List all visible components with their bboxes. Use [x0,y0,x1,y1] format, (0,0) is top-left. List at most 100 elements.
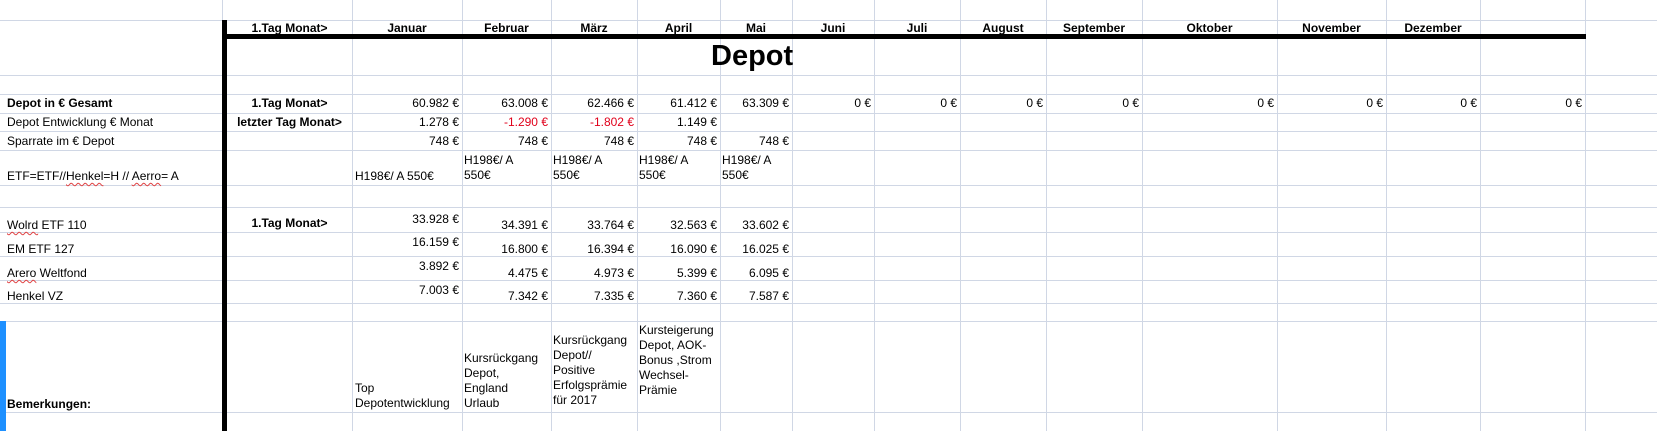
header-month-nov[interactable]: November [1277,21,1386,35]
gridline [551,0,552,431]
header-month-oct[interactable]: Oktober [1142,21,1277,35]
gridline [637,0,638,431]
gridline [0,131,1657,132]
etf-legend-prefix: ETF=ETF// [7,169,67,183]
cell-arero-jan[interactable]: 3.892 € [352,259,459,273]
gridline [0,185,1657,186]
header-month-sep[interactable]: September [1046,21,1142,35]
gridline [1046,0,1047,431]
cell-arero-apr[interactable]: 5.399 € [637,266,717,280]
cell-world-jan[interactable]: 33.928 € [352,212,459,226]
selection-indicator [0,321,6,431]
row-marker-holdings[interactable]: 1.Tag Monat> [227,216,352,230]
cell-arero-mar[interactable]: 4.973 € [551,266,634,280]
cell-em-apr[interactable]: 16.090 € [637,242,717,256]
cell-gesamt-may[interactable]: 63.309 € [720,96,789,110]
cell-em-mar[interactable]: 16.394 € [551,242,634,256]
row-label-bemerkungen[interactable]: Bemerkungen: [7,397,91,411]
gridline [462,0,463,431]
header-month-apr[interactable]: April [637,21,720,35]
gridline [1480,0,1481,431]
cell-gesamt-jan[interactable]: 60.982 € [352,96,459,110]
cell-henkel-mar[interactable]: 7.335 € [551,289,634,303]
cell-sparrate-jan[interactable]: 748 € [352,134,459,148]
header-month-jun[interactable]: Juni [792,21,874,35]
cell-henkel-jan[interactable]: 7.003 € [352,283,459,297]
cell-world-mar[interactable]: 33.764 € [551,218,634,232]
row-label-arero[interactable]: Arero Weltfond [7,266,87,280]
cell-etf-may[interactable]: H198€/ A 550€ [722,153,771,183]
header-month-mar[interactable]: März [551,21,637,35]
cell-entwicklung-jan[interactable]: 1.278 € [352,115,459,129]
spreadsheet-grid[interactable]: 1.Tag Monat> Januar Februar März April M… [0,0,1657,431]
cell-bemerkung-jan[interactable]: Top Depotentwicklung [355,381,450,411]
cell-gesamt-sep[interactable]: 0 € [1046,96,1139,110]
row-label-entwicklung[interactable]: Depot Entwicklung € Monat [7,115,153,129]
cell-arero-feb[interactable]: 4.475 € [462,266,548,280]
cell-sparrate-apr[interactable]: 748 € [637,134,717,148]
page-title[interactable]: Depot [711,40,793,72]
cell-gesamt-feb[interactable]: 63.008 € [462,96,548,110]
gridline [0,280,1657,281]
cell-gesamt-jun[interactable]: 0 € [792,96,871,110]
etf-legend-aerro: Aerro [131,169,162,183]
gridline [0,303,1657,304]
cell-gesamt-jul[interactable]: 0 € [874,96,957,110]
row-label-etf-legend[interactable]: ETF=ETF//Henkel=H // Aerro= A [7,169,179,183]
cell-henkel-apr[interactable]: 7.360 € [637,289,717,303]
gridline [1277,0,1278,431]
cell-world-apr[interactable]: 32.563 € [637,218,717,232]
gridline [1585,0,1586,431]
row-label-em-etf[interactable]: EM ETF 127 [7,242,74,256]
cell-gesamt-oct[interactable]: 0 € [1142,96,1274,110]
cell-world-may[interactable]: 33.602 € [720,218,789,232]
cell-etf-mar[interactable]: H198€/ A 550€ [553,153,602,183]
header-month-aug[interactable]: August [960,21,1046,35]
etf-legend-suffix: = A [161,169,179,183]
cell-em-feb[interactable]: 16.800 € [462,242,548,256]
cell-gesamt-nov[interactable]: 0 € [1277,96,1383,110]
cell-arero-may[interactable]: 6.095 € [720,266,789,280]
world-etf-label-a: Wolrd [7,218,39,232]
header-month-jul[interactable]: Juli [874,21,960,35]
cell-bemerkung-feb[interactable]: Kursrückgang Depot, England Urlaub [464,351,538,411]
cell-em-may[interactable]: 16.025 € [720,242,789,256]
cell-henkel-may[interactable]: 7.587 € [720,289,789,303]
gridline [0,94,1657,95]
cell-gesamt-aug[interactable]: 0 € [960,96,1043,110]
cell-sparrate-may[interactable]: 748 € [720,134,789,148]
header-month-jan[interactable]: Januar [352,21,462,35]
row-label-gesamt[interactable]: Depot in € Gesamt [7,96,112,110]
gridline [0,113,1657,114]
cell-gesamt-extra[interactable]: 0 € [1480,96,1582,110]
header-month-dec[interactable]: Dezember [1386,21,1480,35]
cell-etf-apr[interactable]: H198€/ A 550€ [639,153,688,183]
cell-entwicklung-feb[interactable]: -1.290 € [462,115,548,129]
cell-etf-feb[interactable]: H198€/ A 550€ [464,153,513,183]
cell-henkel-feb[interactable]: 7.342 € [462,289,548,303]
row-marker-entwicklung[interactable]: letzter Tag Monat> [227,115,352,129]
cell-entwicklung-apr[interactable]: 1.149 € [637,115,717,129]
cell-em-jan[interactable]: 16.159 € [352,235,459,249]
cell-sparrate-feb[interactable]: 748 € [462,134,548,148]
cell-gesamt-apr[interactable]: 61.412 € [637,96,717,110]
gridline [0,150,1657,151]
cell-bemerkung-apr[interactable]: Kursteigerung Depot, AOK- Bonus ,Strom W… [639,323,714,398]
header-month-feb[interactable]: Februar [462,21,551,35]
header-month-may[interactable]: Mai [720,21,792,35]
cell-etf-jan[interactable]: H198€/ A 550€ [355,169,434,183]
cell-world-feb[interactable]: 34.391 € [462,218,548,232]
cell-gesamt-mar[interactable]: 62.466 € [551,96,634,110]
gridline [1142,0,1143,431]
row-label-world-etf[interactable]: Wolrd ETF 110 [7,218,87,232]
row-label-henkel[interactable]: Henkel VZ [7,289,63,303]
gridline [874,0,875,431]
cell-gesamt-dec[interactable]: 0 € [1386,96,1477,110]
cell-sparrate-mar[interactable]: 748 € [551,134,634,148]
cell-bemerkung-mar[interactable]: Kursrückgang Depot// Positive Erfolgsprä… [553,333,627,408]
row-marker-gesamt[interactable]: 1.Tag Monat> [227,96,352,110]
cell-entwicklung-mar[interactable]: -1.802 € [551,115,634,129]
header-tag-label[interactable]: 1.Tag Monat> [227,21,352,35]
row-label-sparrate[interactable]: Sparrate im € Depot [7,134,114,148]
gridline [0,321,1657,322]
